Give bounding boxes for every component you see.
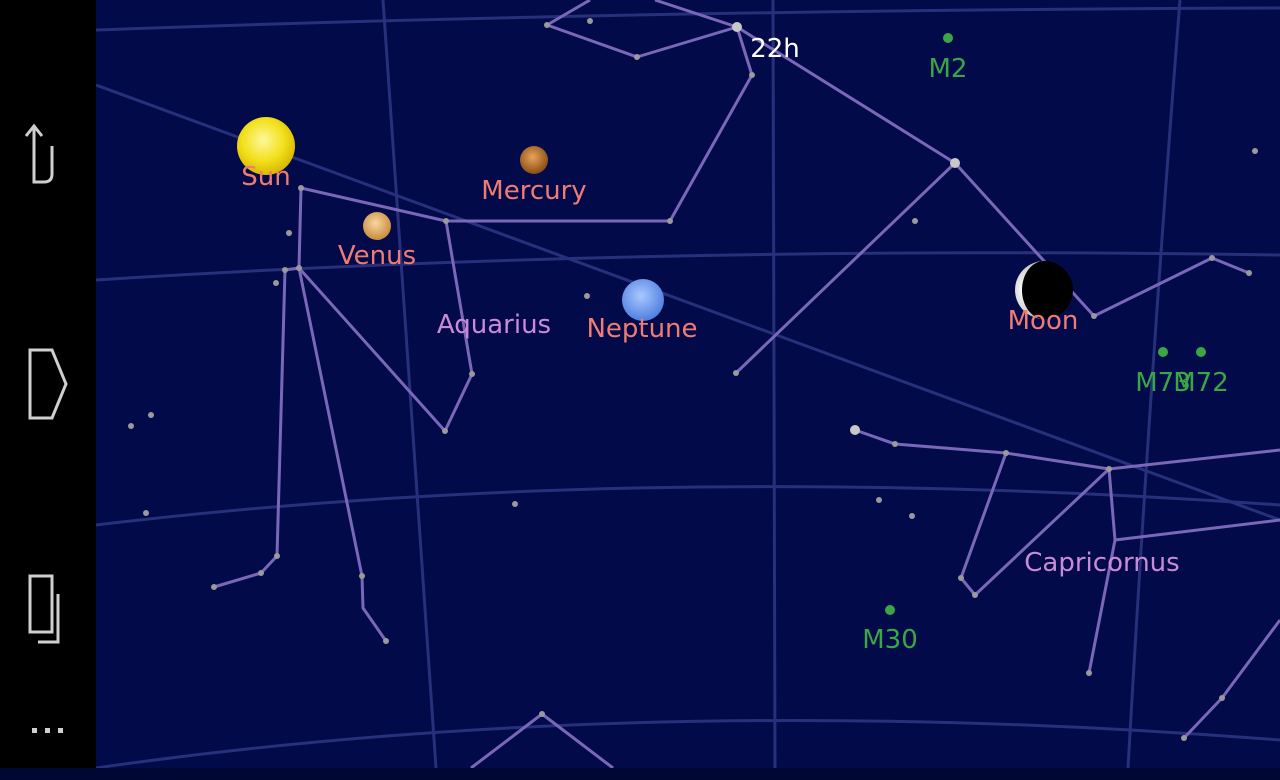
back-arrow-icon [24,123,54,184]
coordinate-grid [96,0,1280,768]
stars [128,18,1258,741]
m30-marker[interactable] [885,605,895,615]
m72-label: M72 [1173,368,1229,398]
overflow-menu-icon [32,728,63,733]
m72-marker[interactable] [1196,347,1206,357]
venus-label: Venus [338,241,416,271]
overflow-menu-button[interactable] [0,680,96,780]
home-icon [28,348,68,420]
sky-map[interactable]: 22h Sun Venus Mercury Neptune Moon Aquar… [96,0,1280,768]
venus-icon[interactable] [363,212,391,240]
navigation-bar [0,0,96,768]
sun-label: Sun [241,162,290,192]
recents-icon [28,574,60,644]
recents-button[interactable] [0,560,96,660]
mercury-label: Mercury [481,176,586,206]
m73-marker[interactable] [1158,347,1168,357]
m2-marker[interactable] [943,33,953,43]
capricornus-label: Capricornus [1024,548,1179,578]
home-button[interactable] [0,334,96,434]
m2-label: M2 [929,54,968,84]
back-button[interactable] [0,108,96,208]
aquarius-label: Aquarius [437,310,551,340]
mercury-icon[interactable] [520,146,548,174]
m30-label: M30 [862,625,918,655]
neptune-label: Neptune [586,314,697,344]
moon-label: Moon [1008,306,1079,336]
sky-map-canvas[interactable]: 22h Sun Venus Mercury Neptune Moon Aquar… [96,0,1280,768]
grid-hour-label: 22h [750,34,800,64]
constellation-lines [213,0,1280,768]
